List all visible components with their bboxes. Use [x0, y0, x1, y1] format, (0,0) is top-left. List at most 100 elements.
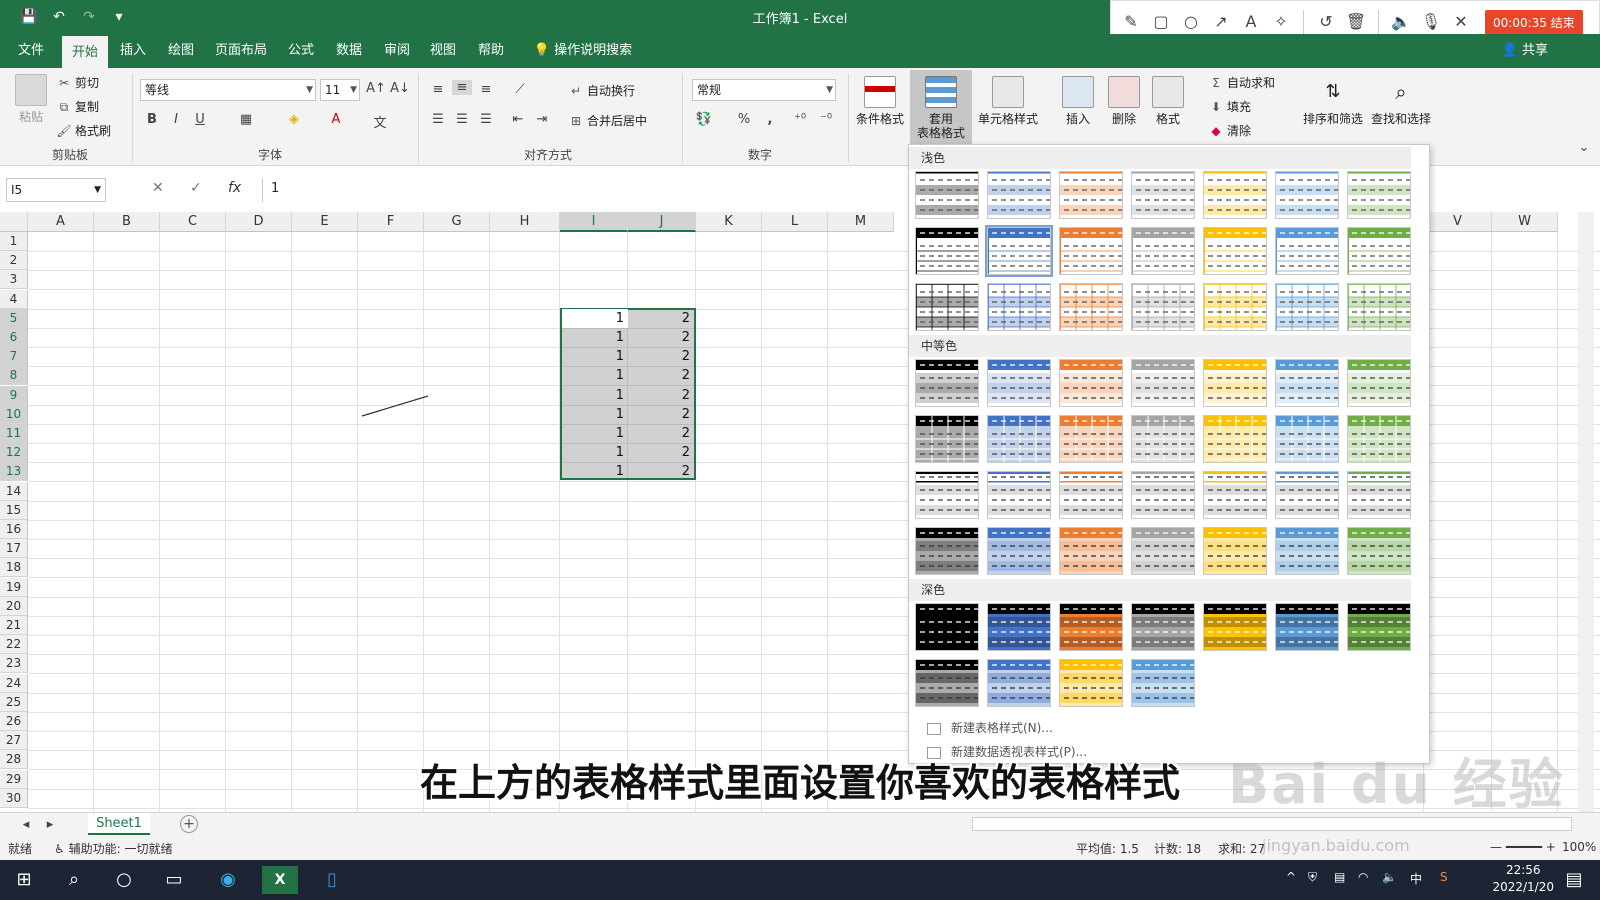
wrap-text-button[interactable]: ↵ 自动换行 [568, 82, 635, 99]
table-style-swatch[interactable] [1347, 359, 1411, 407]
notifications-icon[interactable]: ▤ [1556, 866, 1592, 894]
search-icon[interactable]: ⌕ [56, 866, 92, 894]
underline-button[interactable]: U [190, 112, 210, 127]
align-bottom-icon[interactable]: ≡ [476, 82, 496, 97]
table-style-swatch[interactable] [1203, 283, 1267, 331]
row-header-13[interactable]: 13 [0, 462, 28, 482]
close-icon[interactable]: ✕ [1449, 10, 1473, 34]
tray-app-icon[interactable]: ⛨ [1308, 870, 1317, 885]
table-style-swatch[interactable] [1131, 171, 1195, 219]
table-style-swatch[interactable] [1275, 603, 1339, 651]
italic-button[interactable]: I [166, 112, 186, 127]
format-painter-button[interactable]: 🖌 格式刷 [56, 122, 111, 139]
cell-i5[interactable]: 1 [562, 308, 628, 328]
magic-wand-icon[interactable]: ✧ [1269, 10, 1293, 34]
cell-j11[interactable]: 2 [628, 424, 694, 443]
table-style-swatch[interactable] [1203, 603, 1267, 651]
cell-i8[interactable]: 1 [562, 366, 628, 385]
table-style-swatch[interactable] [1203, 359, 1267, 407]
row-header-9[interactable]: 9 [0, 385, 28, 405]
table-style-swatch[interactable] [1131, 527, 1195, 575]
new-table-style-item[interactable]: 新建表格样式(N)... [927, 719, 1053, 736]
table-style-swatch[interactable] [1275, 227, 1339, 275]
border-icon[interactable]: ▦ [236, 112, 256, 127]
table-style-swatch[interactable] [1131, 415, 1195, 463]
taskbar-clock[interactable]: 22:56 2022/1/20 [1492, 862, 1554, 896]
horizontal-scrollbar[interactable] [972, 817, 1572, 831]
windows-start-icon[interactable]: ⊞ [6, 866, 42, 894]
cell-j12[interactable]: 2 [628, 443, 694, 462]
column-header-b[interactable]: B [94, 212, 160, 232]
collapse-ribbon-icon[interactable]: ⌄ [1574, 140, 1594, 155]
tab-help[interactable]: 帮助 [472, 34, 510, 68]
row-header-26[interactable]: 26 [0, 712, 28, 731]
table-style-swatch[interactable] [1131, 471, 1195, 519]
cell-i7[interactable]: 1 [562, 347, 628, 366]
row-header-23[interactable]: 23 [0, 654, 28, 674]
table-style-swatch[interactable] [1347, 603, 1411, 651]
table-style-swatch[interactable] [1059, 227, 1123, 275]
row-header-1[interactable]: 1 [0, 232, 28, 251]
table-style-swatch[interactable] [1059, 659, 1123, 707]
table-style-swatch[interactable] [1131, 227, 1195, 275]
cell-i6[interactable]: 1 [562, 328, 628, 347]
table-style-swatch[interactable] [987, 359, 1051, 407]
cell-styles-button[interactable]: 单元格样式 [974, 76, 1042, 126]
name-box[interactable]: I5 ▼ [6, 178, 106, 202]
table-style-swatch[interactable] [1275, 415, 1339, 463]
table-style-swatch[interactable] [1059, 603, 1123, 651]
table-style-swatch[interactable] [1203, 527, 1267, 575]
table-style-swatch[interactable] [1203, 415, 1267, 463]
tab-home[interactable]: 开始 [62, 34, 108, 68]
merge-center-button[interactable]: ⊞ 合并后居中 [568, 112, 647, 129]
table-style-swatch[interactable] [1131, 603, 1195, 651]
align-left-icon[interactable]: ☰ [428, 112, 448, 127]
font-name-combo[interactable]: 等线 ▼ [140, 79, 316, 101]
cell-i9[interactable]: 1 [562, 386, 628, 405]
row-header-6[interactable]: 6 [0, 328, 28, 347]
table-style-swatch[interactable] [1059, 171, 1123, 219]
table-style-swatch[interactable] [915, 415, 979, 463]
fill-color-icon[interactable]: ◈ [284, 112, 304, 127]
ime-indicator[interactable]: 中 [1410, 870, 1422, 887]
row-header-20[interactable]: 20 [0, 596, 28, 616]
tab-insert[interactable]: 插入 [114, 34, 152, 68]
cell-i10[interactable]: 1 [562, 405, 628, 424]
comma-button[interactable]: , [760, 112, 780, 127]
increase-font-icon[interactable]: A↑ [366, 81, 386, 96]
cell-i13[interactable]: 1 [562, 462, 628, 481]
table-style-swatch[interactable] [1275, 471, 1339, 519]
rectangle-icon[interactable]: ▢ [1149, 10, 1173, 34]
undo-drawing-icon[interactable]: ↺ [1314, 10, 1338, 34]
table-style-swatch[interactable] [915, 603, 979, 651]
tab-draw[interactable]: 绘图 [162, 34, 200, 68]
find-select-button[interactable]: ⌕ 查找和选择 [1366, 76, 1436, 126]
table-style-swatch[interactable] [1059, 415, 1123, 463]
column-header-a[interactable]: A [28, 212, 94, 232]
column-header-e[interactable]: E [292, 212, 358, 232]
tab-view[interactable]: 视图 [424, 34, 462, 68]
zoom-slider[interactable]: — ━━━━━ + [1490, 840, 1556, 854]
fill-button[interactable]: ⬇ 填充 [1208, 98, 1251, 115]
cell-j13[interactable]: 2 [628, 462, 694, 481]
cortana-icon[interactable]: ○ [106, 866, 142, 894]
input-method-icon[interactable]: S [1440, 870, 1448, 884]
column-header-k[interactable]: K [696, 212, 762, 232]
tab-formulas[interactable]: 公式 [282, 34, 320, 68]
row-header-15[interactable]: 15 [0, 500, 28, 520]
table-style-swatch[interactable] [915, 227, 979, 275]
decrease-font-icon[interactable]: A↓ [390, 81, 410, 96]
table-style-swatch[interactable] [1347, 527, 1411, 575]
format-as-table-button[interactable]: 套用 表格格式 [910, 70, 972, 144]
table-style-swatch[interactable] [915, 471, 979, 519]
table-style-swatch[interactable] [987, 171, 1051, 219]
table-style-swatch[interactable] [987, 283, 1051, 331]
table-style-swatch[interactable] [1059, 359, 1123, 407]
column-header-l[interactable]: L [762, 212, 828, 232]
table-style-swatch[interactable] [1347, 171, 1411, 219]
format-cells-button[interactable]: 格式 [1148, 76, 1188, 126]
zoom-level[interactable]: 100% [1562, 840, 1596, 854]
table-style-swatch[interactable] [915, 659, 979, 707]
table-style-swatch[interactable] [915, 171, 979, 219]
sort-filter-button[interactable]: ⇅ 排序和筛选 [1300, 76, 1366, 126]
